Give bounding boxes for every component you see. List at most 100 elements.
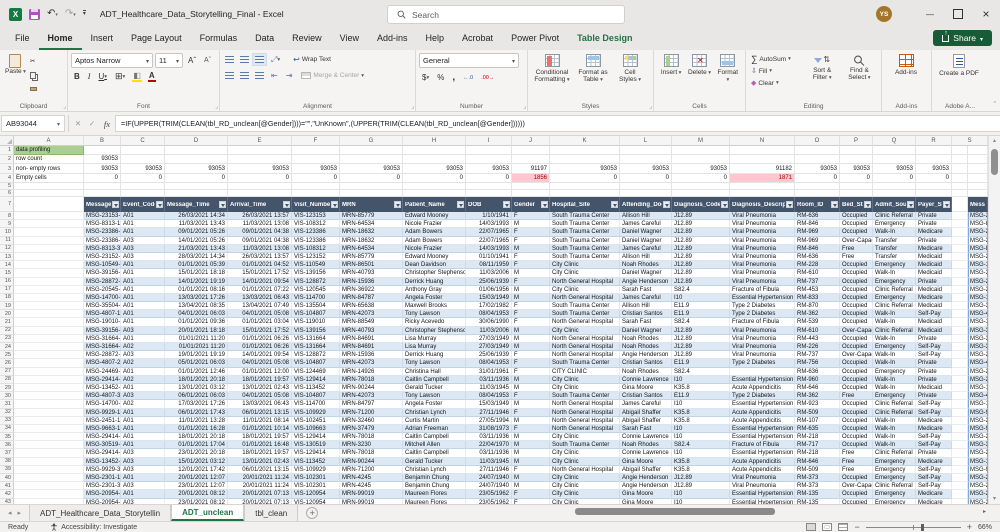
cell[interactable] (730, 146, 795, 155)
cell[interactable]: MRN-84787 (340, 293, 403, 303)
cell[interactable]: VIS-124469 (292, 367, 340, 376)
cell[interactable]: Viral Pneumonia (730, 343, 795, 352)
cell[interactable] (730, 183, 795, 190)
cell[interactable]: VIS-139156 (292, 269, 340, 278)
cell[interactable]: MRN-85779 (340, 212, 403, 221)
cell[interactable]: 93053 (672, 164, 730, 174)
row-number[interactable]: 26 (0, 359, 14, 368)
cell[interactable]: Daniel Wagner (620, 269, 672, 278)
cell[interactable]: Connie Lawrence (620, 449, 672, 458)
cell[interactable]: Acute Appendicitis (730, 465, 795, 474)
cell[interactable]: 93053 (550, 164, 620, 174)
cell[interactable]: Clinic Referral (873, 482, 916, 491)
cell[interactable] (121, 190, 165, 197)
cell[interactable]: RM-737 (795, 351, 840, 360)
cell[interactable]: Allison Hill (620, 212, 672, 221)
cell[interactable]: MSG-9929-1 (84, 408, 121, 417)
cell[interactable]: North General Hospital (550, 408, 620, 417)
cell[interactable]: M (512, 326, 550, 335)
cell[interactable]: VIS-109663 (292, 424, 340, 434)
next-sheet-icon[interactable] (18, 509, 22, 517)
close-button[interactable] (972, 0, 1000, 28)
tab-file[interactable]: File (6, 29, 39, 50)
cell[interactable]: City Clinic (550, 383, 620, 393)
cell[interactable]: 01/01/2021 11:20 (165, 334, 228, 343)
cell[interactable]: J12.89 (672, 220, 730, 229)
cell[interactable]: Lisa Murray (403, 334, 466, 343)
cell[interactable] (952, 261, 968, 270)
zoom-in-button[interactable]: + (967, 522, 972, 532)
cell[interactable]: MSG-9929-3 (84, 465, 121, 474)
cell[interactable] (14, 490, 84, 499)
cell[interactable]: 20/01/2021 18:18 (165, 326, 228, 335)
cell[interactable]: MSG-30519-1 (968, 441, 988, 450)
cell[interactable]: MSG-28872-1 (84, 277, 121, 286)
cell[interactable] (466, 146, 512, 155)
cell[interactable]: Clinic Referral (873, 302, 916, 311)
cell[interactable]: Viral Pneumonia (730, 277, 795, 286)
cell[interactable]: A01 (121, 285, 165, 294)
conditional-formatting-button[interactable]: Conditional Formatting (531, 53, 573, 84)
cell[interactable]: North General Hospital (550, 318, 620, 327)
cell[interactable] (952, 408, 968, 417)
cell[interactable]: North General Hospital (550, 293, 620, 303)
search-input[interactable]: Search (387, 5, 625, 24)
cell[interactable]: Sarah Fast (620, 318, 672, 327)
cell[interactable] (968, 155, 988, 164)
cell[interactable]: 26/03/2021 14:34 (165, 212, 228, 221)
cell[interactable] (952, 146, 968, 155)
cell[interactable]: 01/01/2021 16:48 (228, 441, 292, 450)
cell[interactable]: 30/06/1990 (466, 318, 512, 327)
cell[interactable]: RM-218 (795, 449, 840, 458)
cell[interactable]: MSG-29414-3 (968, 449, 988, 458)
cell[interactable]: Occupied (840, 424, 873, 434)
cell[interactable]: 13/03/2021 06:43 (228, 293, 292, 303)
cell[interactable]: James Careful (620, 244, 672, 253)
cell[interactable]: MSG-2301-3 (84, 482, 121, 491)
cell[interactable]: J12.89 (672, 244, 730, 253)
cell[interactable]: 93053 (840, 164, 873, 174)
cell[interactable] (14, 351, 84, 360)
cell[interactable]: 93053 (916, 164, 952, 174)
cell[interactable]: 13/03/2021 06:43 (228, 400, 292, 409)
row-number[interactable]: 12 (0, 244, 14, 253)
cell[interactable]: MSG-29414-1 (968, 433, 988, 442)
column-letter[interactable]: F (292, 136, 340, 146)
row-number[interactable]: 25 (0, 351, 14, 360)
filter-button[interactable] (663, 201, 670, 208)
insert-function-icon[interactable]: fx (99, 119, 115, 129)
cell[interactable]: A01 (121, 474, 165, 483)
cell[interactable]: MSG-14700-2 (84, 400, 121, 409)
fill-color-button[interactable] (130, 70, 144, 83)
cell[interactable]: 04/01/2021 05:08 (228, 310, 292, 319)
paste-button[interactable]: Paste (3, 53, 28, 95)
cell[interactable]: 01/06/1956 (466, 285, 512, 294)
cell[interactable]: RM-717 (795, 441, 840, 450)
cell[interactable]: MSG-23386-1 (968, 228, 988, 237)
cell[interactable]: A03 (121, 449, 165, 458)
row-number[interactable]: 34 (0, 424, 14, 434)
row-number[interactable]: 33 (0, 416, 14, 425)
cell[interactable]: VIS-131664 (292, 334, 340, 343)
cell[interactable]: Walk-In (873, 416, 916, 425)
cell[interactable]: MRN-84691 (340, 343, 403, 352)
cell[interactable]: RM-636 (795, 252, 840, 262)
cell[interactable]: Over-Capacity (840, 326, 873, 335)
cell[interactable]: F (512, 359, 550, 368)
filter-button[interactable] (907, 201, 914, 208)
cell[interactable]: VIS-102301 (292, 474, 340, 483)
cell[interactable]: Occupied (840, 228, 873, 237)
cell[interactable] (952, 190, 968, 197)
header-cell[interactable]: Diagnosis_Descriptio (730, 197, 795, 212)
row-number[interactable]: 9 (0, 220, 14, 229)
cell[interactable]: Walk-In (873, 359, 916, 368)
cell[interactable]: 93053 (620, 164, 672, 174)
cell[interactable]: City Clinic (550, 375, 620, 384)
cell[interactable]: MRN-90244 (340, 457, 403, 466)
cell[interactable]: Occupied (840, 334, 873, 343)
cancel-formula-icon[interactable] (71, 119, 85, 128)
cell[interactable]: City Clinic (550, 261, 620, 270)
cell[interactable]: Walk-In (873, 433, 916, 442)
cell[interactable]: RM-362 (795, 392, 840, 401)
cell[interactable]: 14/01/2021 05:26 (165, 236, 228, 245)
